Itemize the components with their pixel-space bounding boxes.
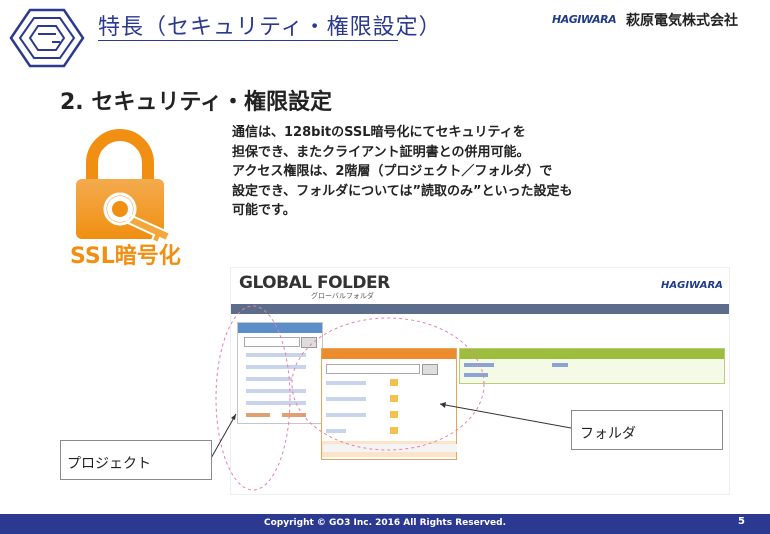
description-line: 担保でき、またクライアント証明書との併用可能。	[232, 144, 530, 160]
ssl-encryption-label: SSL暗号化	[70, 244, 181, 269]
blog-panel-header	[460, 349, 724, 359]
screenshot-status-bar	[231, 304, 729, 314]
folder-row	[326, 381, 366, 385]
blog-link	[464, 373, 488, 377]
project-action-link	[246, 413, 270, 417]
project-list-panel	[237, 322, 323, 424]
project-list-item	[246, 389, 306, 393]
description-line: 可能です。	[232, 203, 296, 218]
folder-icon	[390, 427, 398, 434]
project-panel-header	[238, 323, 322, 333]
section-title: 2. セキュリティ・権限設定	[60, 90, 333, 115]
folder-icon	[390, 411, 398, 418]
description-line: アクセス権限は、2階層（プロジェクト／フォルダ）で	[232, 164, 553, 179]
blog-link	[552, 363, 568, 367]
folder-search-box	[326, 364, 420, 374]
project-search-button	[301, 337, 317, 348]
global-folder-screenshot: GLOBAL FOLDER グローバルフォルダ HAGIWARA	[230, 267, 730, 495]
screenshot-brand-logo: HAGIWARA	[661, 280, 723, 291]
description-line: 通信は、128bitのSSL暗号化にてセキュリティを	[232, 125, 526, 140]
project-list-item	[246, 353, 306, 357]
folder-row	[326, 413, 366, 417]
callout-project: プロジェクト	[60, 440, 212, 480]
folder-icon	[390, 379, 398, 386]
callout-folder-label: フォルダ	[580, 426, 636, 442]
callout-project-label: プロジェクト	[67, 456, 151, 472]
project-list-item	[246, 401, 306, 405]
description-text: 通信は、128bitのSSL暗号化にてセキュリティを 担保でき、またクライアント…	[232, 123, 672, 221]
project-action-link	[282, 413, 306, 417]
project-list-item	[246, 365, 306, 369]
folder-row	[326, 397, 366, 401]
folder-search-button	[422, 364, 438, 375]
global-folder-logo-subtitle: グローバルフォルダ	[311, 292, 374, 300]
blog-panel	[459, 348, 725, 384]
company-brand-logo: HAGIWARA	[552, 13, 617, 26]
slide-header-title: 特長（セキュリティ・権限設定）	[98, 15, 442, 40]
description-line: 設定でき、フォルダについては”読取のみ”といった設定も	[232, 183, 573, 199]
project-list-item	[246, 377, 292, 381]
project-search-box	[244, 337, 300, 347]
company-name: 萩原電気株式会社	[626, 13, 738, 29]
blog-news-heading	[323, 444, 457, 452]
header-underline	[98, 40, 398, 41]
copyright-text: Copyright © GO3 Inc. 2016 All Rights Res…	[264, 518, 506, 528]
folder-icon	[390, 395, 398, 402]
blog-link	[464, 363, 494, 367]
go3-logo-icon	[9, 8, 85, 68]
page-number: 5	[738, 516, 745, 527]
callout-folder: フォルダ	[571, 410, 723, 450]
folder-panel-header	[322, 349, 456, 359]
global-folder-logo: GLOBAL FOLDER	[239, 273, 390, 293]
folder-row	[326, 429, 346, 433]
